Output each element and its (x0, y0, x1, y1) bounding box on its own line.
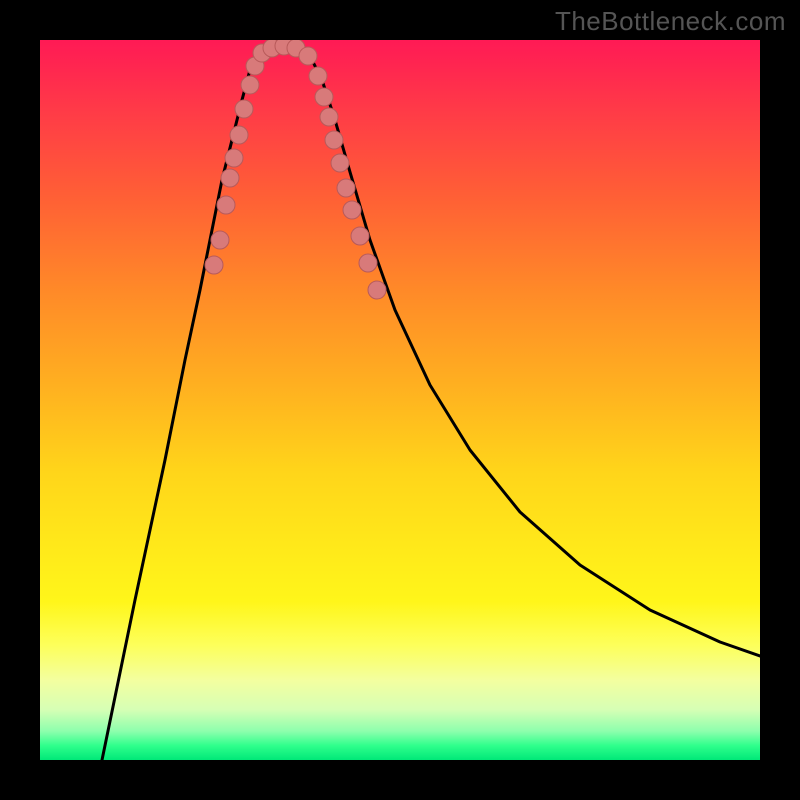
marker-left (221, 169, 239, 187)
v-curve (102, 46, 760, 760)
marker-right (320, 108, 338, 126)
marker-right (315, 88, 333, 106)
marker-right (331, 154, 349, 172)
chart-svg (40, 40, 760, 760)
marker-left (230, 126, 248, 144)
marker-right (359, 254, 377, 272)
marker-bottom (299, 47, 317, 65)
marker-right (325, 131, 343, 149)
marker-left (225, 149, 243, 167)
marker-right (368, 281, 386, 299)
marker-right (337, 179, 355, 197)
marker-left (217, 196, 235, 214)
marker-right (351, 227, 369, 245)
marker-left (241, 76, 259, 94)
chart-frame: TheBottleneck.com (0, 0, 800, 800)
marker-left (211, 231, 229, 249)
plot-area (40, 40, 760, 760)
marker-left (235, 100, 253, 118)
marker-left (205, 256, 223, 274)
watermark-text: TheBottleneck.com (555, 6, 786, 37)
marker-right (343, 201, 361, 219)
marker-right (309, 67, 327, 85)
